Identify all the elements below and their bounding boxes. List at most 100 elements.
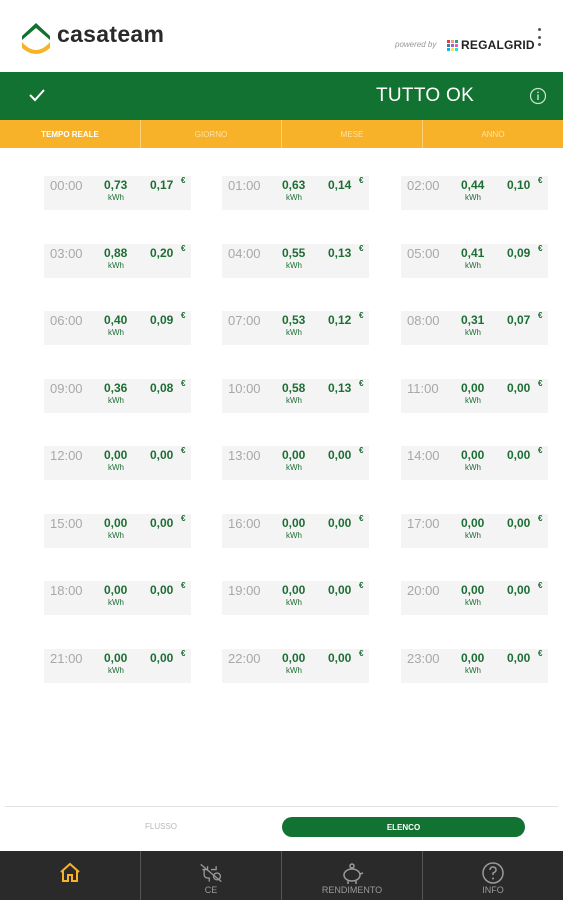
partner-name: REGALGRID [461,38,535,52]
tab-mese[interactable]: MESE [282,120,423,148]
currency-symbol: € [538,648,543,658]
hour-card: 06:00 0,40 kWh 0,09 € [44,311,191,345]
hour-card: 23:00 0,00 kWh 0,00 € [401,648,548,683]
kwh-value: 0,00 [461,380,485,395]
currency-symbol: € [538,176,543,185]
kwh-unit: kWh [465,665,481,675]
tab-giorno[interactable]: GIORNO [141,120,282,148]
eur-value: 0,00 [507,650,531,665]
hour-label: 20:00 [407,583,440,598]
hour-label: 21:00 [50,650,83,666]
hour-label: 02:00 [407,178,440,193]
currency-symbol: € [181,243,186,253]
period-tabs: TEMPO REALE GIORNO MESE ANNO [0,120,563,148]
eur-value: 0,00 [507,583,531,597]
currency-symbol: € [359,243,364,253]
nav-ce-label: CE [204,885,218,895]
tab-tempo-reale[interactable]: TEMPO REALE [0,120,141,148]
nav-info[interactable]: INFO [423,851,563,900]
tab-anno[interactable]: ANNO [423,120,563,148]
eur-value: 0,00 [150,515,174,530]
kwh-value: 0,00 [282,650,306,665]
hour-card: 00:00 0,73 kWh 0,17 € [44,176,191,210]
currency-symbol: € [538,378,543,388]
check-icon [29,89,45,102]
hour-card: 15:00 0,00 kWh 0,00 € [44,513,191,548]
hour-label: 07:00 [228,313,261,328]
hour-card: 21:00 0,00 kWh 0,00 € [44,648,191,683]
hour-card: 02:00 0,44 kWh 0,10 € [401,176,548,210]
elenco-toggle[interactable]: ELENCO [282,817,525,837]
kwh-value: 0,58 [282,380,306,395]
eur-value: 0,13 [328,380,352,395]
hour-label: 06:00 [50,313,83,328]
kwh-unit: kWh [465,395,481,405]
kwh-value: 0,31 [461,313,485,327]
currency-symbol: € [538,446,543,455]
kwh-value: 0,00 [104,515,128,530]
nav-home[interactable] [0,851,141,900]
kwh-value: 0,88 [104,245,128,260]
info-icon[interactable] [529,87,547,105]
eur-value: 0,00 [328,515,352,530]
kwh-unit: kWh [465,463,481,472]
nav-rendimento[interactable]: RENDIMENTO [282,851,423,900]
currency-symbol: € [181,176,186,185]
kwh-value: 0,00 [461,515,485,530]
hour-card: 18:00 0,00 kWh 0,00 € [44,581,191,615]
eur-value: 0,09 [150,313,174,327]
kwh-value: 0,00 [282,515,306,530]
kwh-value: 0,00 [461,448,485,462]
hour-label: 18:00 [50,583,83,598]
brand-name: casateam [57,21,165,47]
kwh-value: 0,44 [461,178,485,192]
home-icon [60,862,80,882]
kwh-unit: kWh [286,260,302,270]
hour-card: 03:00 0,88 kWh 0,20 € [44,243,191,278]
kwh-unit: kWh [465,328,481,337]
kwh-unit: kWh [465,530,481,540]
currency-symbol: € [181,311,186,320]
bottom-nav: CE RENDIMENTO INFO [0,851,563,900]
regalgrid-dots-icon [447,39,458,51]
kwh-unit: kWh [108,530,124,540]
kwh-value: 0,40 [104,313,128,327]
currency-symbol: € [538,513,543,523]
nav-ce[interactable]: CE [141,851,282,900]
eur-value: 0,12 [328,313,352,327]
eur-value: 0,14 [328,178,352,192]
nav-rendimento-label: RENDIMENTO [321,885,383,895]
kwh-unit: kWh [286,530,302,540]
eur-value: 0,17 [150,178,174,192]
kwh-value: 0,00 [104,583,128,597]
kwh-unit: kWh [286,665,302,675]
status-text: TUTTO OK [376,85,475,106]
hour-label: 08:00 [407,313,440,328]
hour-card: 11:00 0,00 kWh 0,00 € [401,378,548,413]
kwh-unit: kWh [108,260,124,270]
hour-card: 04:00 0,55 kWh 0,13 € [222,243,369,278]
eur-value: 0,00 [150,650,174,665]
currency-symbol: € [538,311,543,320]
overflow-menu-icon[interactable] [536,28,542,46]
hour-card: 14:00 0,00 kWh 0,00 € [401,446,548,480]
eur-value: 0,00 [507,515,531,530]
kwh-value: 0,73 [104,178,128,192]
hour-card: 01:00 0,63 kWh 0,14 € [222,176,369,210]
kwh-value: 0,00 [282,583,306,597]
no-plug-icon [200,863,222,883]
hour-label: 23:00 [407,650,440,666]
currency-symbol: € [181,513,186,523]
kwh-unit: kWh [108,193,124,202]
hour-card: 05:00 0,41 kWh 0,09 € [401,243,548,278]
hour-label: 05:00 [407,245,440,261]
kwh-value: 0,00 [461,583,485,597]
hour-label: 10:00 [228,380,261,396]
eur-value: 0,20 [150,245,174,260]
currency-symbol: € [538,581,543,590]
flusso-toggle[interactable]: FLUSSO [145,822,177,831]
kwh-value: 0,53 [282,313,306,327]
hour-label: 22:00 [228,650,261,666]
eur-value: 0,00 [507,380,531,395]
eur-value: 0,00 [150,583,174,597]
